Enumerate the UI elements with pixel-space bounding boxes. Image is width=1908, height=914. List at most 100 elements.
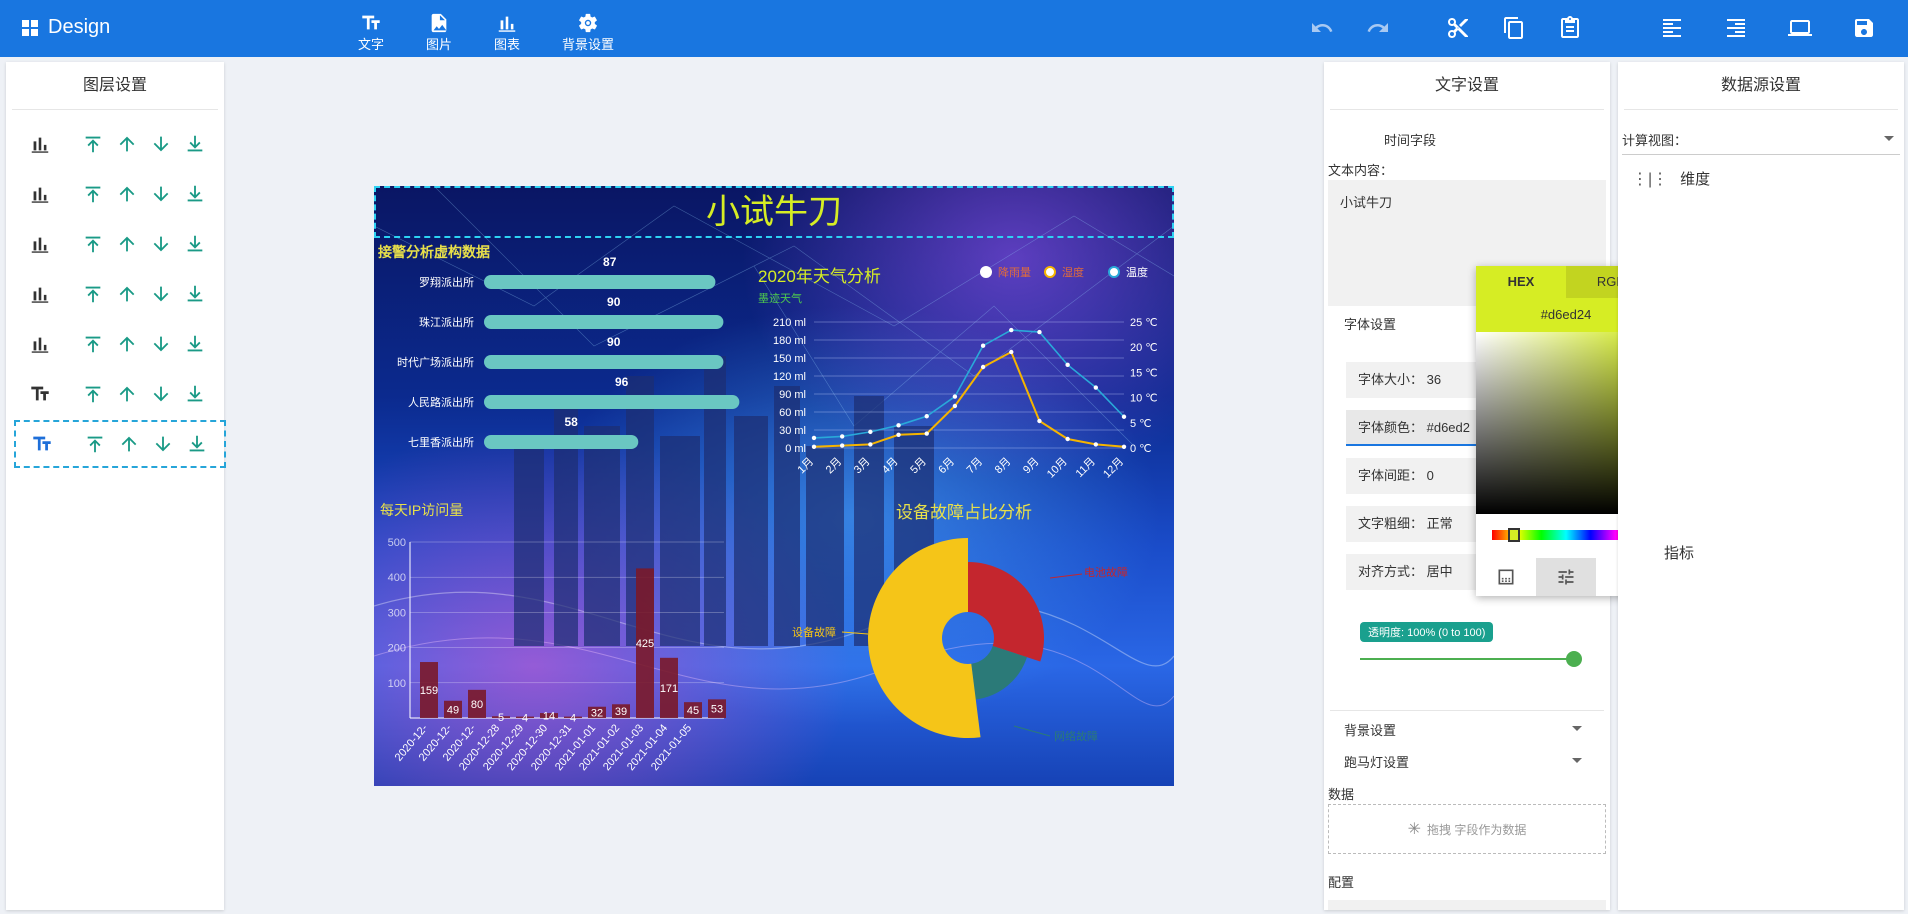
arrow-up-icon[interactable] (118, 433, 140, 455)
bar-chart-icon (28, 182, 52, 206)
layer-row[interactable] (14, 320, 226, 368)
tab-hex[interactable]: HEX (1476, 266, 1566, 298)
move-bottom-icon[interactable] (184, 333, 206, 355)
move-top-icon[interactable] (82, 183, 104, 205)
move-bottom-icon[interactable] (184, 283, 206, 305)
arrow-down-icon[interactable] (150, 333, 172, 355)
chevron-down-icon[interactable] (1572, 758, 1582, 763)
line-chart-subtitle: 墨迹天气 (758, 293, 802, 305)
arrow-down-icon[interactable] (150, 283, 172, 305)
move-bottom-icon[interactable] (186, 433, 208, 455)
series-point (952, 403, 958, 409)
layer-row[interactable] (14, 370, 226, 418)
move-top-icon[interactable] (82, 233, 104, 255)
opacity-slider-track[interactable] (1360, 658, 1574, 660)
x-tick-label: 12月 (1101, 456, 1126, 481)
data-source-title: 数据源设置 (1624, 62, 1898, 110)
data-drop-zone[interactable]: ✳ 拖拽 字段作为数据 (1328, 804, 1606, 854)
arrow-down-icon[interactable] (152, 433, 174, 455)
cut-button[interactable] (1446, 16, 1470, 43)
chart-tool-label: 图表 (494, 37, 521, 52)
arrow-down-icon[interactable] (150, 383, 172, 405)
copy-icon (1504, 17, 1523, 39)
text-tool-button[interactable]: 文字 (358, 12, 384, 53)
image-tool-button[interactable]: 图片 (426, 12, 452, 53)
sliders-mode[interactable] (1536, 558, 1596, 596)
arrow-up-icon[interactable] (116, 383, 138, 405)
pie-label-line (1049, 573, 1083, 579)
legend-marker (980, 266, 992, 278)
align-left-button[interactable] (1660, 16, 1684, 43)
line-chart-title: 2020年天气分析 (758, 267, 881, 286)
redo-button[interactable] (1366, 16, 1390, 43)
x-tick-label: 11月 (1074, 456, 1098, 480)
arrow-up-icon[interactable] (116, 133, 138, 155)
bar-category-label: 珠江派出所 (419, 315, 474, 329)
move-top-icon[interactable] (84, 433, 106, 455)
chart-tool-button[interactable]: 图表 (494, 12, 520, 53)
series-point (924, 414, 929, 419)
move-top-icon[interactable] (82, 333, 104, 355)
bar-value-label: 58 (564, 415, 578, 429)
arrow-down-icon[interactable] (150, 233, 172, 255)
laptop-icon (1788, 20, 1812, 36)
layer-row[interactable] (14, 270, 226, 318)
background-settings-button[interactable]: 背景设置 (562, 12, 614, 53)
bar-chart-icon (28, 332, 52, 356)
column-value-label: 80 (471, 699, 483, 711)
arrow-up-icon[interactable] (116, 333, 138, 355)
column-value-label: 5 (498, 712, 504, 724)
series-point (896, 423, 901, 428)
series-point (980, 343, 986, 348)
opacity-slider-thumb[interactable] (1566, 651, 1582, 667)
align-right-button[interactable] (1724, 16, 1748, 43)
layer-row[interactable] (14, 120, 226, 168)
palette-icon (1498, 569, 1514, 585)
data-drop-text: 拖拽 字段作为数据 (1427, 822, 1527, 837)
align-left-icon (1663, 19, 1681, 37)
chevron-down-icon[interactable] (1572, 726, 1582, 731)
y-tick-label: 210 ml (773, 317, 806, 329)
arrow-up-icon[interactable] (116, 233, 138, 255)
save-button[interactable] (1852, 16, 1876, 43)
arrow-up-icon[interactable] (116, 283, 138, 305)
font-settings-label: 字体设置 (1344, 317, 1397, 332)
copy-button[interactable] (1502, 16, 1526, 43)
move-bottom-icon[interactable] (184, 183, 206, 205)
y-tick-label: 120 ml (773, 371, 806, 383)
y-tick-label: 500 (388, 537, 406, 549)
palette-mode[interactable] (1476, 558, 1536, 596)
metric-label: 指标 (1664, 545, 1695, 562)
legend-label: 温度 (1126, 265, 1148, 279)
undo-button[interactable] (1310, 16, 1334, 43)
pie-label-line (1013, 725, 1051, 737)
series-point (952, 394, 958, 399)
layer-row[interactable] (14, 420, 226, 468)
layer-row[interactable] (14, 220, 226, 268)
hue-handle[interactable] (1508, 528, 1520, 542)
layer-row[interactable] (14, 170, 226, 218)
preview-button[interactable] (1788, 16, 1812, 43)
move-top-icon[interactable] (82, 383, 104, 405)
marquee-settings-section[interactable]: 跑马灯设置 (1344, 752, 1409, 771)
config-label: 配置 (1328, 875, 1355, 890)
move-bottom-icon[interactable] (184, 383, 206, 405)
paste-button[interactable] (1558, 16, 1582, 43)
compute-view-dropdown[interactable] (1884, 136, 1894, 141)
series-point (1037, 329, 1042, 335)
column-value-label: 159 (420, 685, 438, 697)
move-top-icon[interactable] (82, 283, 104, 305)
move-top-icon[interactable] (82, 133, 104, 155)
arrow-up-icon[interactable] (116, 183, 138, 205)
canvas-title-text[interactable]: 小试牛刀 (374, 186, 1174, 238)
series-point (980, 364, 986, 370)
series-point (1009, 349, 1014, 355)
y-tick-label: 60 ml (779, 407, 806, 419)
arrow-down-icon[interactable] (150, 183, 172, 205)
arrow-down-icon[interactable] (150, 133, 172, 155)
click-icon: ✳ (1407, 821, 1422, 838)
move-bottom-icon[interactable] (184, 233, 206, 255)
background-settings-section[interactable]: 背景设置 (1344, 720, 1396, 739)
design-canvas[interactable]: 罗翔派出所 87 珠江派出所 90 时代广场派出所 90 人民路派出所 96 七里香派出所 58 0… (374, 186, 1174, 786)
move-bottom-icon[interactable] (184, 133, 206, 155)
